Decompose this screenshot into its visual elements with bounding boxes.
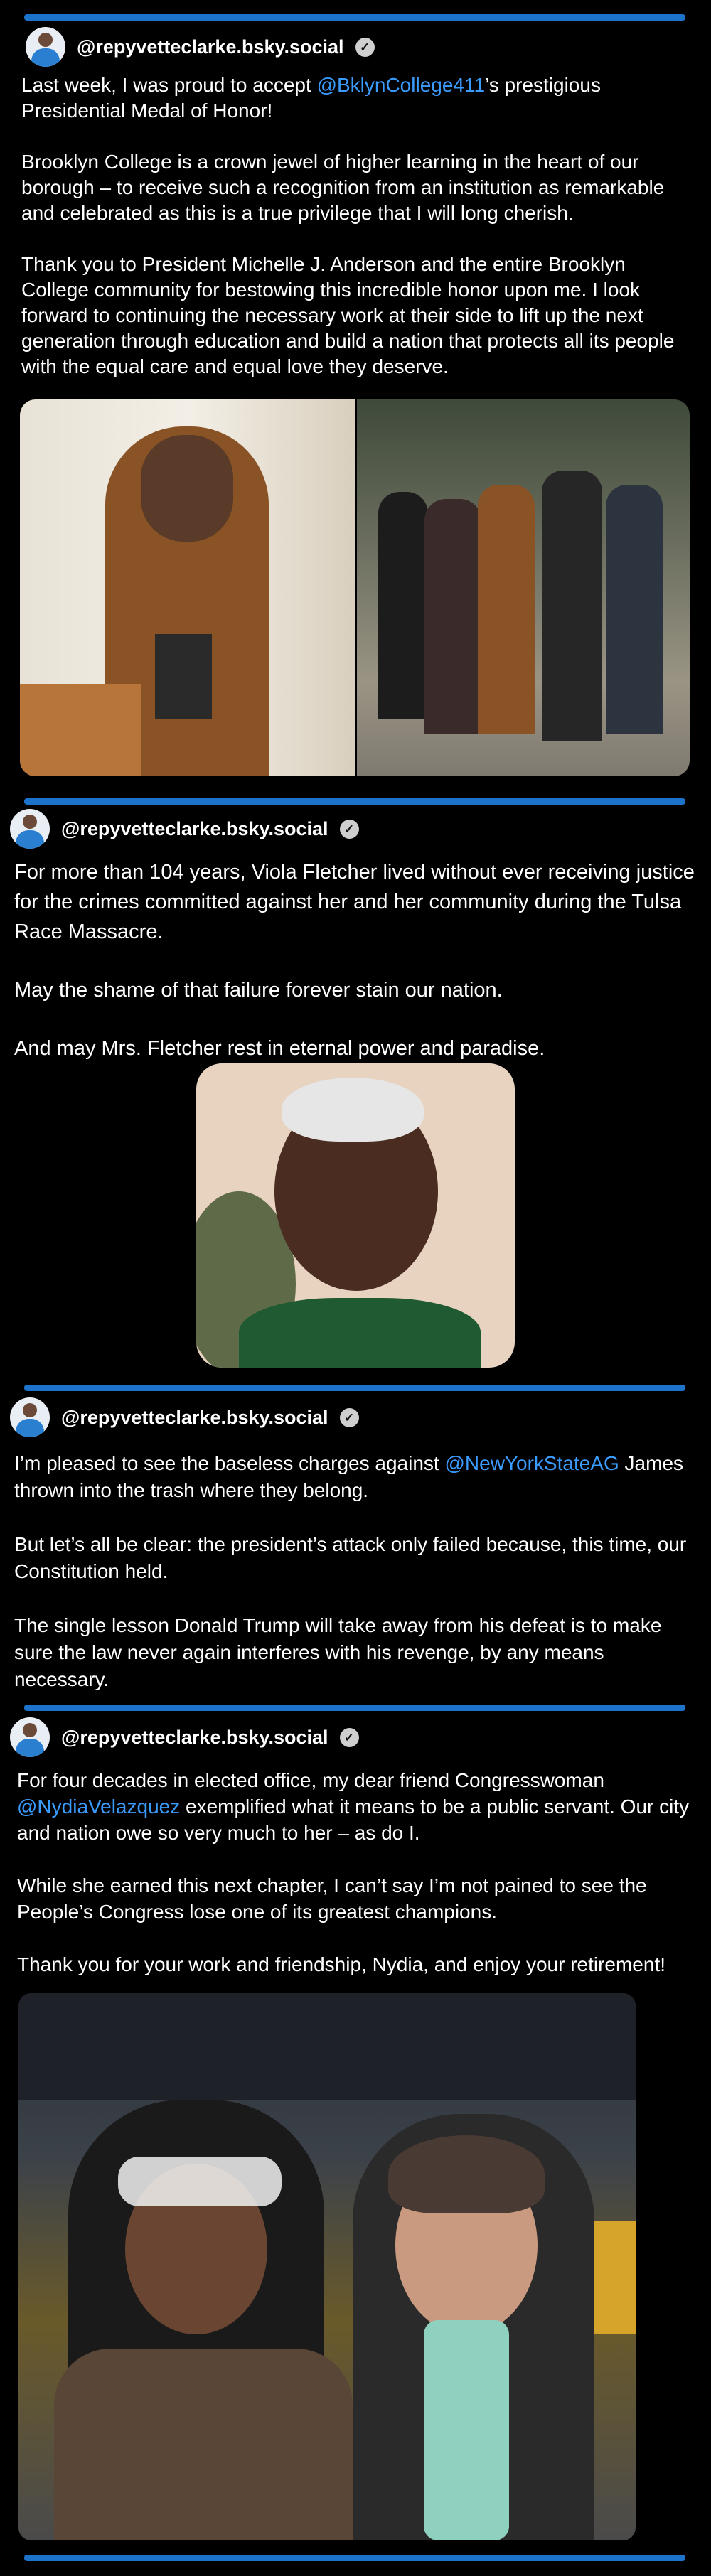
post-paragraph: And may Mrs. Fletcher rest in eternal po… <box>14 1037 545 1060</box>
author-handle[interactable]: @repyvetteclarke.bsky.social <box>77 36 344 58</box>
post-photo[interactable] <box>18 1993 636 2540</box>
post-paragraph: For four decades in elected office, my d… <box>17 1767 700 1846</box>
post-header: @repyvetteclarke.bsky.social ✓ <box>10 1397 359 1437</box>
post-divider <box>24 1705 685 1711</box>
verified-badge-icon: ✓ <box>339 1407 359 1427</box>
post-paragraph: Last week, I was proud to accept @BklynC… <box>21 73 690 124</box>
post-paragraph: Brooklyn College is a crown jewel of hig… <box>21 151 665 224</box>
verified-badge-icon: ✓ <box>339 1727 359 1747</box>
post-photo[interactable] <box>20 399 356 776</box>
post-paragraph: But let’s all be clear: the president’s … <box>14 1533 687 1582</box>
avatar[interactable] <box>10 809 50 849</box>
post-body: I’m pleased to see the baseless charges … <box>14 1450 690 1693</box>
avatar[interactable] <box>26 27 65 67</box>
post-photo[interactable] <box>196 1063 515 1368</box>
post-divider <box>24 798 685 805</box>
author-handle[interactable]: @repyvetteclarke.bsky.social <box>61 1407 328 1429</box>
post-photo[interactable] <box>357 399 690 776</box>
post-paragraph: Thank you to President Michelle J. Ander… <box>21 253 675 377</box>
verified-badge-icon: ✓ <box>339 819 359 839</box>
avatar[interactable] <box>10 1397 50 1437</box>
mention-link[interactable]: @BklynCollege411 <box>317 74 485 96</box>
post-body: For more than 104 years, Viola Fletcher … <box>14 857 697 1063</box>
text-span: I’m pleased to see the baseless charges … <box>14 1452 445 1474</box>
post-paragraph: Thank you for your work and friendship, … <box>17 1953 666 1975</box>
verified-badge-icon: ✓ <box>355 37 375 57</box>
post-header: @repyvetteclarke.bsky.social ✓ <box>26 27 375 67</box>
post-header: @repyvetteclarke.bsky.social ✓ <box>10 1717 359 1757</box>
post-divider <box>24 1385 685 1391</box>
text-span: Last week, I was proud to accept <box>21 74 317 96</box>
mention-link[interactable]: @NewYorkStateAG <box>444 1452 619 1474</box>
post-body: For four decades in elected office, my d… <box>17 1767 700 1977</box>
post-paragraph: For more than 104 years, Viola Fletcher … <box>14 861 695 943</box>
post-paragraph: The single lesson Donald Trump will take… <box>14 1614 662 1690</box>
text-span: For four decades in elected office, my d… <box>17 1769 604 1791</box>
author-handle[interactable]: @repyvetteclarke.bsky.social <box>61 818 328 840</box>
post-paragraph: I’m pleased to see the baseless charges … <box>14 1450 690 1504</box>
mention-link[interactable]: @NydiaVelazquez <box>17 1796 180 1818</box>
post-body: Last week, I was proud to accept @BklynC… <box>21 73 690 380</box>
post-header: @repyvetteclarke.bsky.social ✓ <box>10 809 359 849</box>
post-divider <box>24 2555 685 2561</box>
author-handle[interactable]: @repyvetteclarke.bsky.social <box>61 1727 328 1749</box>
post-divider <box>24 14 685 21</box>
post-paragraph: May the shame of that failure forever st… <box>14 979 503 1002</box>
avatar[interactable] <box>10 1717 50 1757</box>
post-paragraph: While she earned this next chapter, I ca… <box>17 1874 647 1923</box>
